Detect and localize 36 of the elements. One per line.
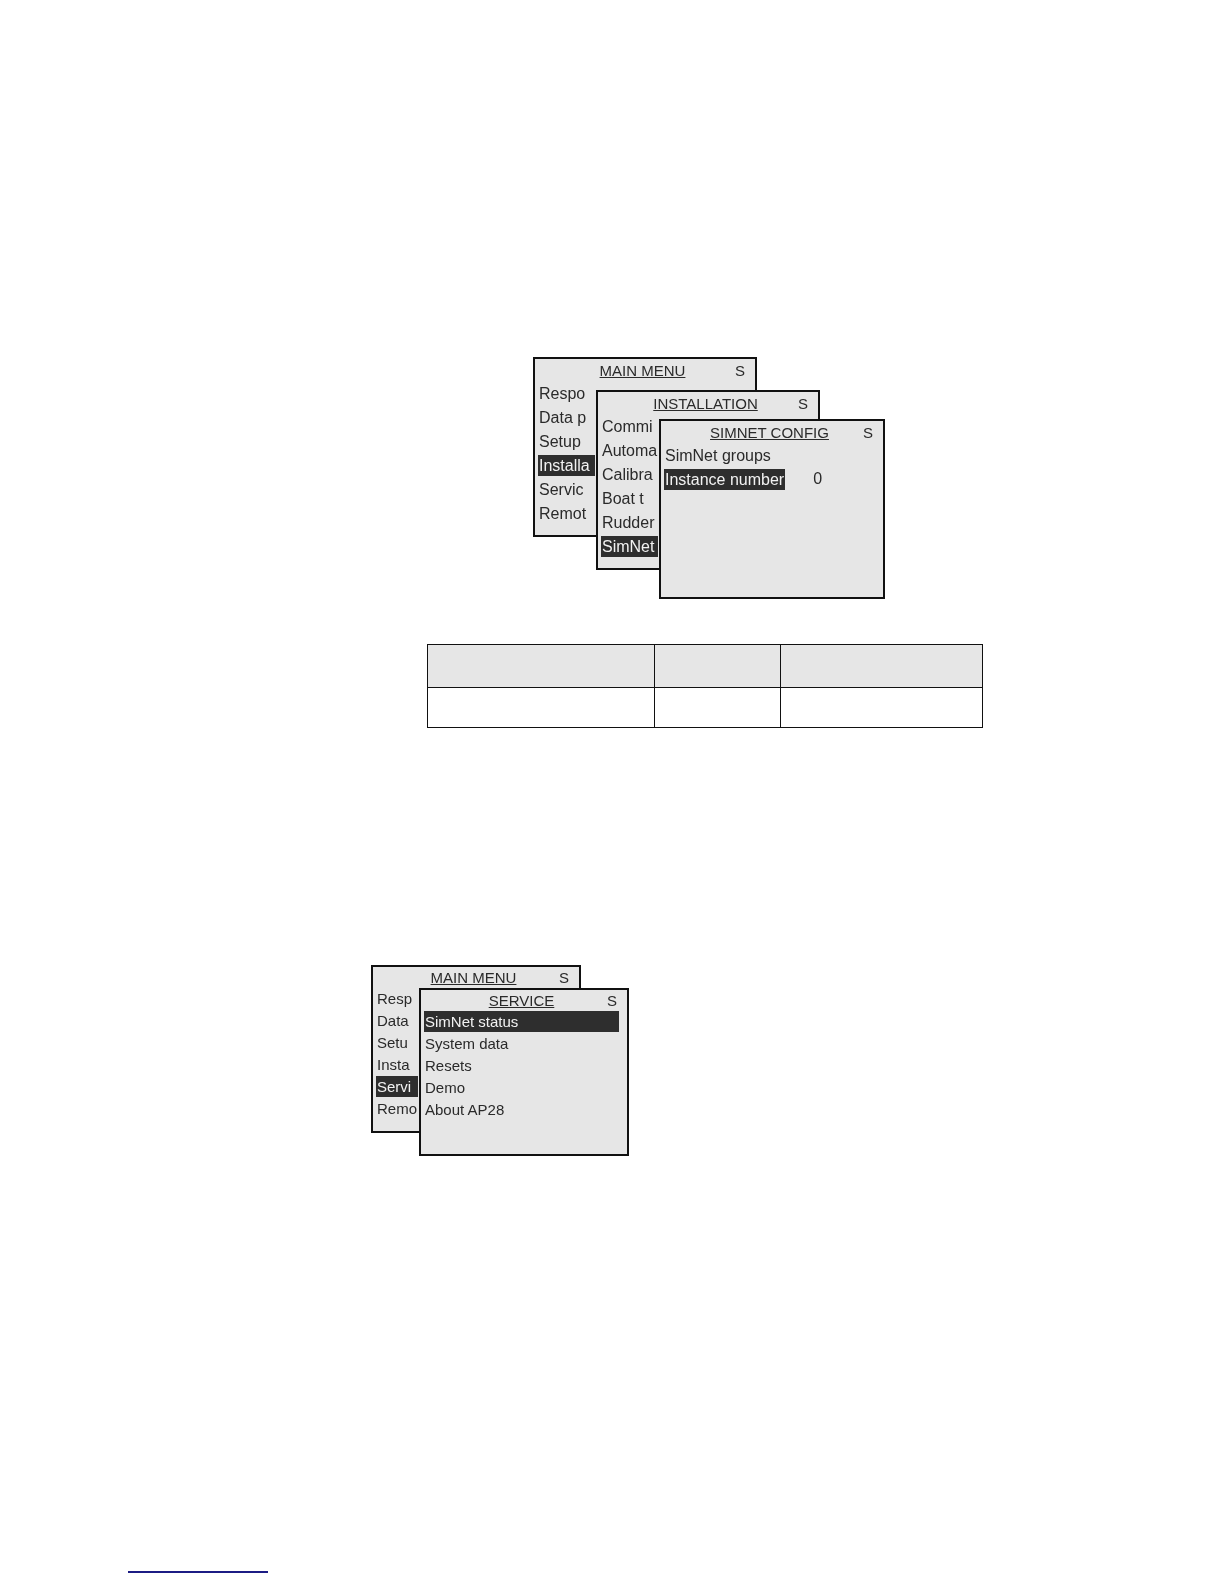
menu-item[interactable]: Rudder [601,511,658,533]
menu-item[interactable]: Data [376,1009,418,1031]
menu-item[interactable]: Resp [376,987,418,1009]
menu-item[interactable]: Instance number [664,468,786,490]
menu-item[interactable]: Commi [601,415,658,437]
menu-item[interactable]: Setu [376,1031,418,1053]
menu-item[interactable]: SimNet status [424,1010,619,1032]
menu-item[interactable]: System data [424,1032,619,1054]
menu-title: INSTALLATION [653,394,758,412]
menu-item[interactable]: Boat t [601,487,658,509]
menu-item[interactable]: Servic [538,478,595,500]
status-letter: S [735,361,745,379]
menu-item[interactable]: SimNet [601,535,658,557]
menu-item[interactable]: Data p [538,406,595,428]
status-letter: S [798,394,808,412]
menu-item[interactable]: Remot [538,502,595,524]
menu-item[interactable]: About AP28 [424,1098,619,1120]
menu-item[interactable]: Insta [376,1053,418,1075]
menu-title: MAIN MENU [599,361,686,379]
menu-title: SIMNET CONFIG [710,423,829,441]
status-letter: S [607,991,617,1009]
menu-item[interactable]: Demo [424,1076,619,1098]
menu-item[interactable]: Respo [538,382,595,404]
menu-item[interactable]: Remo [376,1097,418,1119]
menu-title: MAIN MENU [430,968,517,986]
menu-item[interactable]: SimNet groups [664,444,875,466]
menu-item[interactable]: Resets [424,1054,619,1076]
status-letter: S [863,423,873,441]
setting-value: 0 [813,470,823,488]
status-letter: S [559,968,569,986]
menu-item[interactable]: Calibra [601,463,658,485]
menu-item[interactable]: Automa [601,439,659,461]
menu-item[interactable]: Installa [538,454,595,476]
menu-title: SERVICE [488,991,555,1009]
menu-item[interactable]: Servi [376,1075,418,1097]
menu-item[interactable]: Setup [538,430,595,452]
